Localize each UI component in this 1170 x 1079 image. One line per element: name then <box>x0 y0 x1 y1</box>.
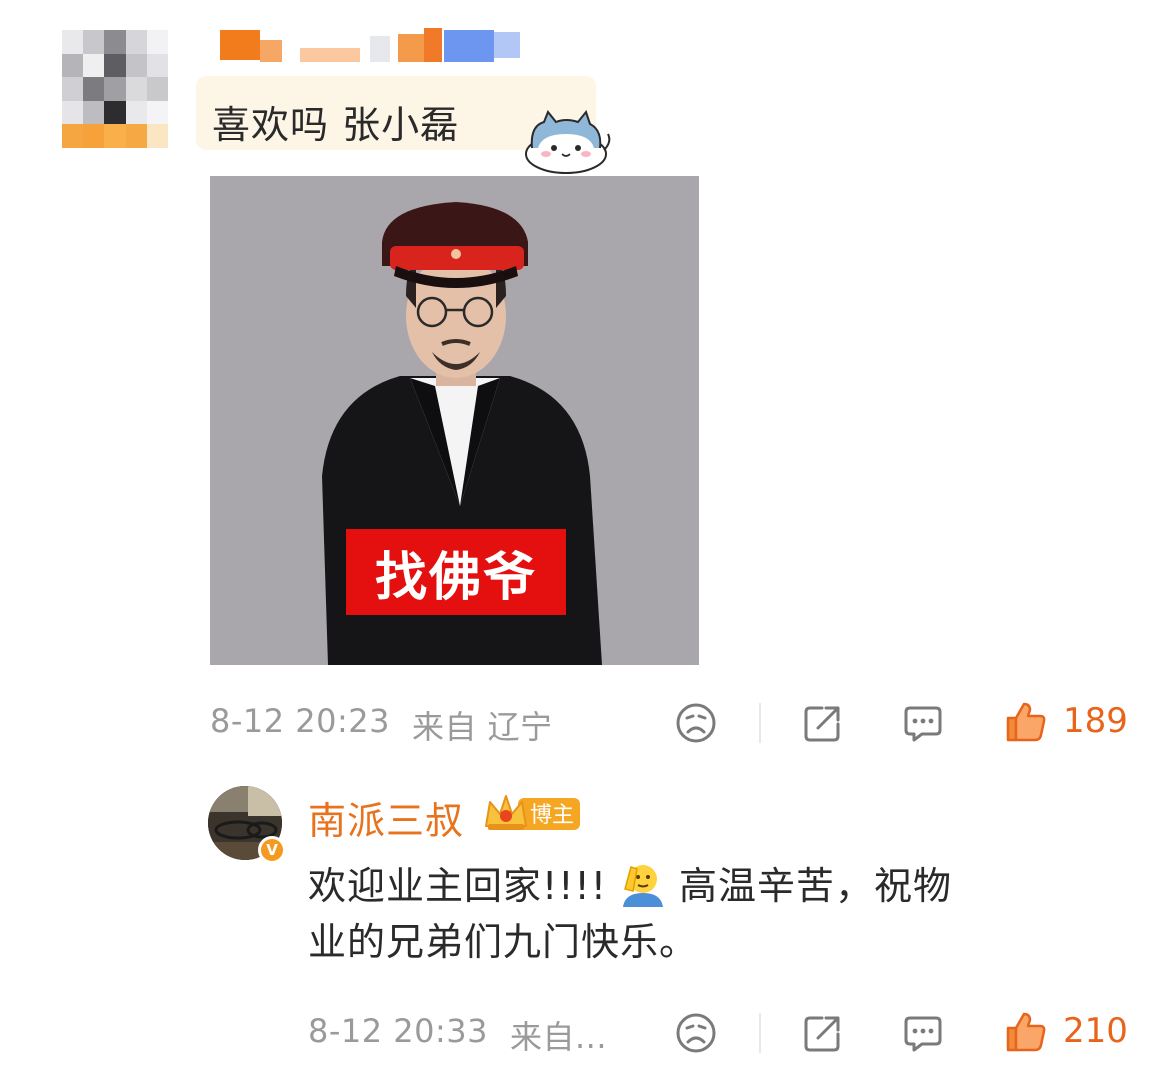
share-icon[interactable] <box>802 1012 844 1054</box>
reply-timestamp: 8-12 20:33 <box>308 1012 489 1050</box>
reply-location: 来自... <box>510 1018 608 1056</box>
divider <box>759 703 761 743</box>
reply-author-name[interactable]: 南派三叔 <box>308 790 464 845</box>
salute-emoji-icon <box>622 865 663 907</box>
comment-location: 来自 辽宁 <box>412 708 553 746</box>
photo-caption: 找佛爷 <box>374 547 537 608</box>
commenter-avatar[interactable] <box>62 30 168 148</box>
reply-text: 欢迎业主回家!!!! 高温辛苦，祝物 业的兄弟们九门快乐。 <box>308 858 1108 970</box>
dislike-icon[interactable] <box>675 702 717 744</box>
like-count: 189 <box>1063 701 1128 741</box>
comment-photo[interactable]: 找佛爷 <box>210 176 699 665</box>
comment-icon[interactable] <box>902 1012 944 1054</box>
cat-sticker-icon <box>525 109 611 174</box>
divider <box>759 1013 761 1053</box>
comment-timestamp: 8-12 20:23 <box>210 702 391 740</box>
verified-badge-icon: V <box>258 836 286 864</box>
reply-text-part: 欢迎业主回家!!!! <box>308 864 607 908</box>
like-count: 210 <box>1063 1011 1128 1051</box>
reply-text-part: 高温辛苦，祝物 <box>678 864 952 908</box>
reply-text-line-1: 欢迎业主回家!!!! 高温辛苦，祝物 <box>308 858 1108 914</box>
comment-text: 喜欢吗 张小磊 <box>212 103 460 147</box>
commenter-name[interactable] <box>220 26 520 66</box>
like-icon[interactable] <box>1004 700 1048 742</box>
like-icon[interactable] <box>1004 1010 1048 1052</box>
dislike-icon[interactable] <box>675 1012 717 1054</box>
comment-icon[interactable] <box>902 702 944 744</box>
blogger-badge-label: 博主 <box>529 803 574 828</box>
share-icon[interactable] <box>802 702 844 744</box>
reply-text-line-2: 业的兄弟们九门快乐。 <box>308 920 699 964</box>
